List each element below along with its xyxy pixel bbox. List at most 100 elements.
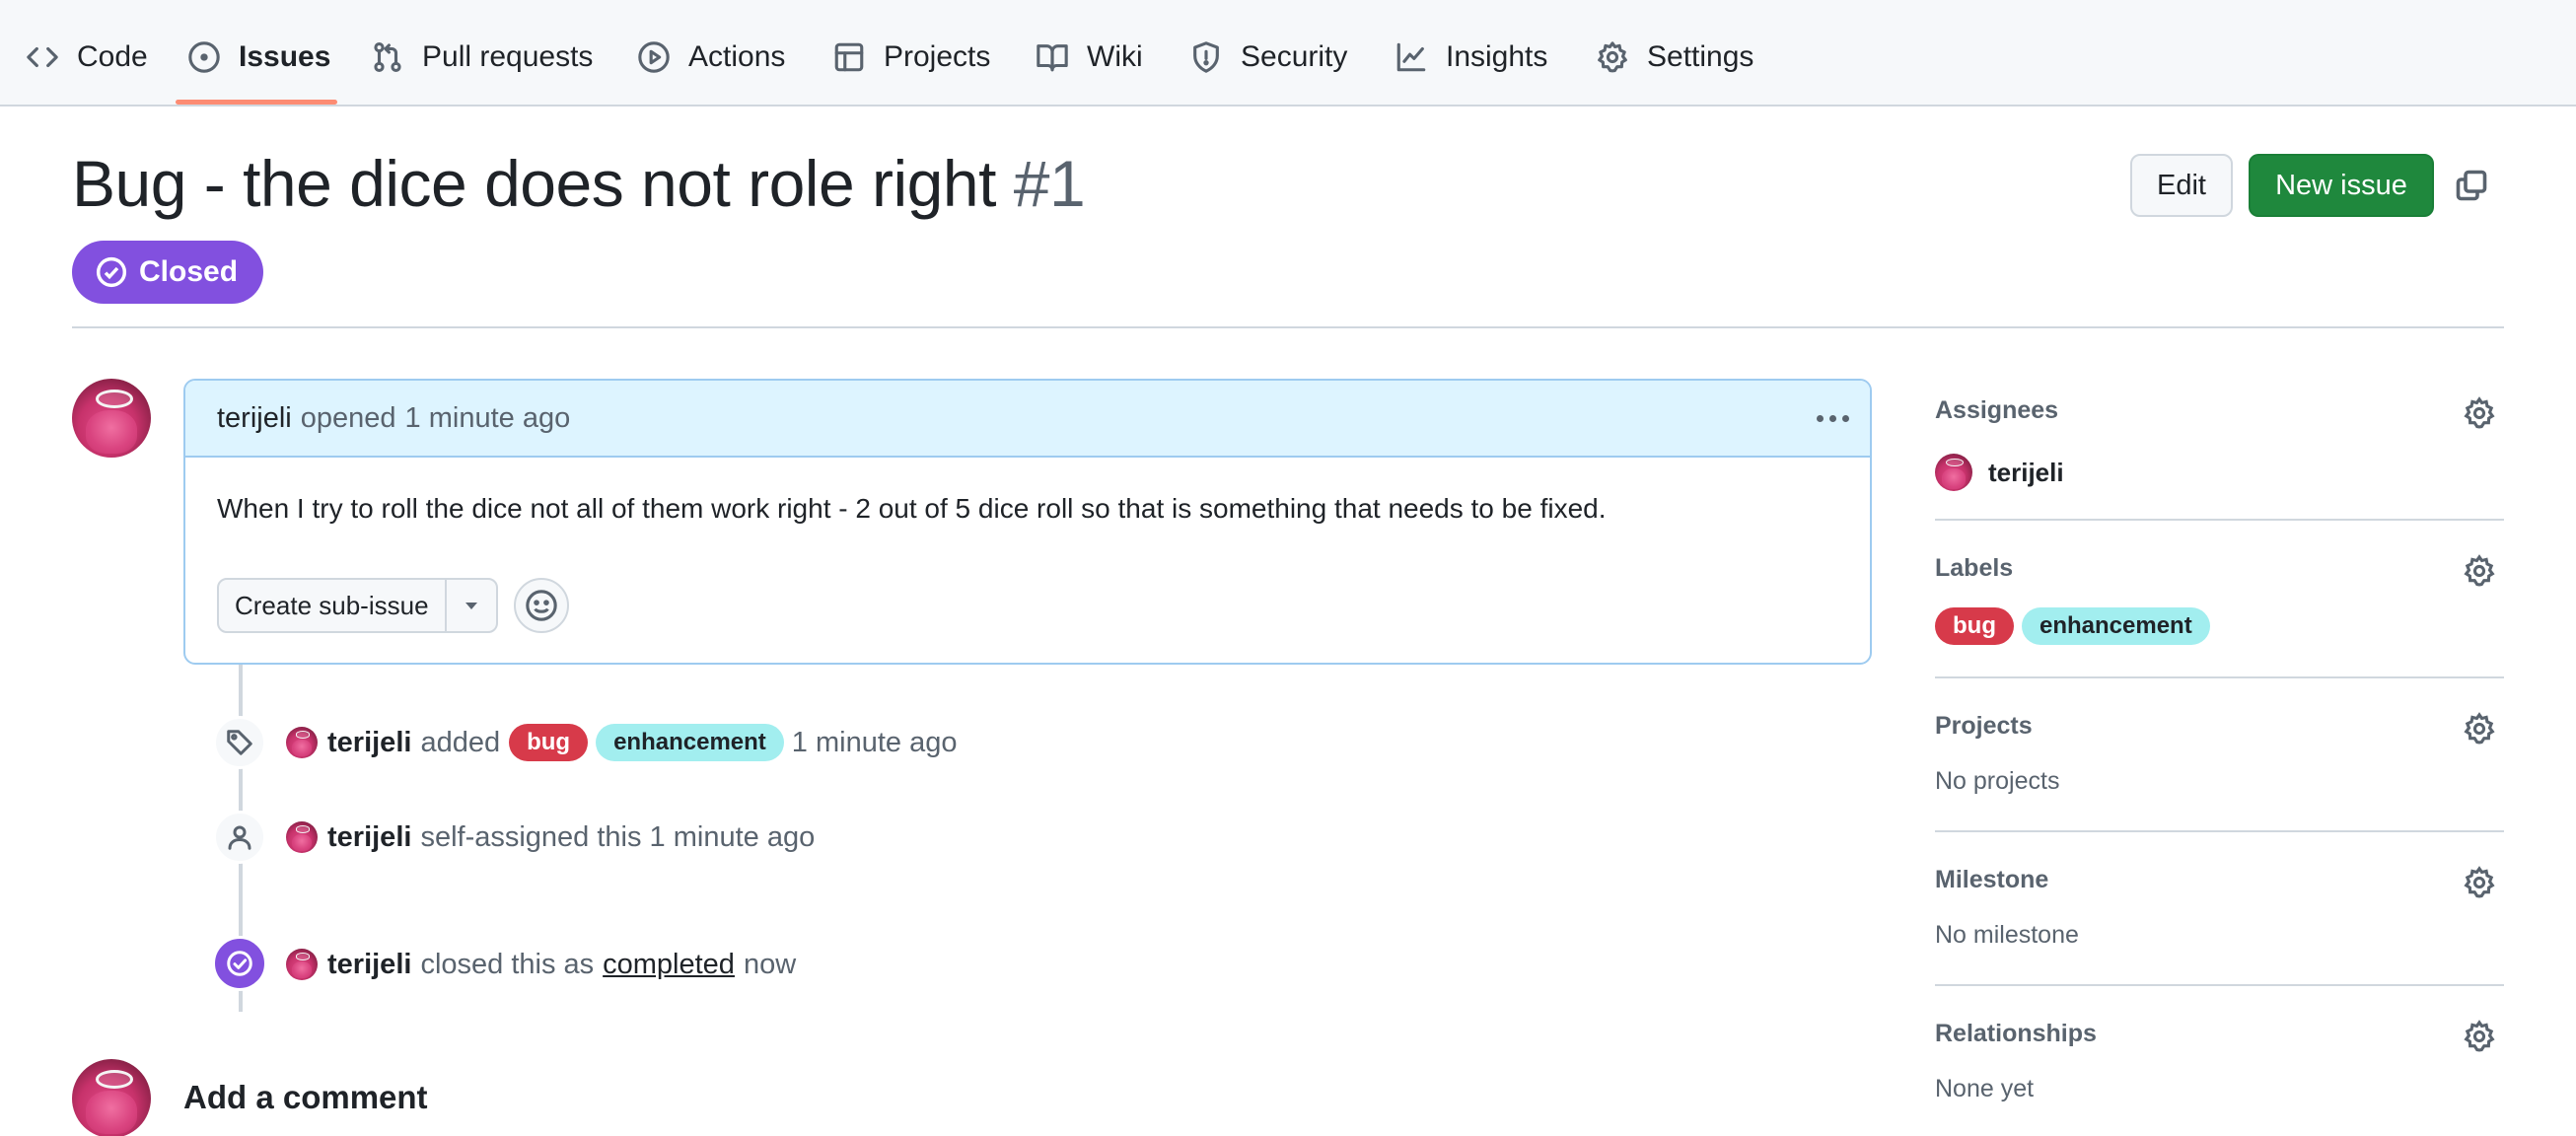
code-icon — [27, 46, 58, 68]
issue-opened-icon — [188, 41, 220, 73]
triangle-down-icon — [465, 603, 477, 609]
issue-title-text: Bug - the dice does not role right — [72, 147, 996, 220]
assignees-settings-button[interactable] — [2463, 396, 2496, 430]
event-user[interactable]: terijeli — [327, 821, 411, 854]
timeline-closed-event: terijeli closed this as completed now — [286, 943, 796, 986]
event-time[interactable]: 1 minute ago — [792, 727, 958, 759]
sidebar-milestone-heading: Milestone — [1935, 866, 2049, 893]
event-text: self-assigned this 1 minute ago — [420, 820, 816, 853]
tab-security-label: Security — [1241, 40, 1348, 73]
copy-icon — [2456, 170, 2487, 201]
tab-security[interactable]: Security — [1189, 28, 1347, 87]
issue-number: #1 — [1013, 147, 1086, 220]
event-user[interactable]: terijeli — [327, 727, 411, 759]
new-issue-button[interactable]: New issue — [2249, 154, 2434, 217]
sidebar-divider — [1935, 830, 2504, 832]
gear-icon — [1598, 41, 1627, 73]
completed-link[interactable]: completed — [603, 949, 735, 981]
label-enhancement[interactable]: enhancement — [596, 724, 784, 761]
gear-icon — [2464, 554, 2495, 587]
comment-author[interactable]: terijeli — [217, 402, 292, 435]
comment-action: opened — [300, 401, 396, 434]
relationships-settings-button[interactable] — [2463, 1020, 2496, 1053]
issue-title: Bug - the dice does not role right #1 — [72, 146, 1086, 221]
create-subissue-button[interactable]: Create sub-issue — [219, 580, 447, 631]
projects-settings-button[interactable] — [2463, 712, 2496, 746]
timeline-assigned-event: terijeli self-assigned this 1 minute ago — [286, 816, 815, 859]
comment-time[interactable]: 1 minute ago — [405, 402, 571, 435]
assignee-item[interactable]: terijeli — [1935, 454, 2064, 491]
gear-icon — [2464, 1020, 2495, 1052]
tab-pull-requests-label: Pull requests — [422, 40, 594, 73]
tab-issues-label: Issues — [239, 40, 331, 73]
timeline-labeled-event: terijeli added bug enhancement 1 minute … — [286, 721, 957, 764]
label-bug[interactable]: bug — [1935, 607, 2014, 645]
issue-state-label: Closed — [139, 255, 239, 288]
tab-issues[interactable]: Issues — [187, 28, 330, 87]
issue-state-badge: Closed — [72, 241, 264, 304]
sidebar-milestone-value: No milestone — [1935, 921, 2079, 949]
tab-insights-label: Insights — [1446, 40, 1548, 73]
issue-comment: terijeli opened 1 minute ago When I try … — [183, 379, 1872, 665]
avatar[interactable] — [72, 1059, 151, 1136]
label-bug[interactable]: bug — [509, 724, 589, 761]
check-circle-icon — [96, 256, 127, 288]
sidebar-assignees-heading: Assignees — [1935, 396, 2059, 424]
sidebar-projects: Projects No projects — [1935, 712, 2504, 801]
copy-link-button[interactable] — [2454, 168, 2489, 203]
kebab-dot-icon — [1828, 414, 1836, 422]
milestone-settings-button[interactable] — [2463, 866, 2496, 899]
person-icon — [228, 825, 251, 850]
git-pull-request-icon — [374, 41, 401, 73]
tab-wiki[interactable]: Wiki — [1036, 28, 1143, 87]
add-reaction-button[interactable] — [513, 578, 569, 633]
tab-projects-label: Projects — [884, 40, 991, 73]
avatar[interactable] — [286, 727, 318, 758]
tag-icon — [227, 730, 252, 755]
add-comment-heading: Add a comment — [183, 1079, 428, 1115]
repo-nav: Code Issues Pull requests Actions Projec… — [0, 0, 2576, 106]
gear-icon — [2464, 712, 2495, 745]
kebab-dot-icon — [1816, 414, 1824, 422]
graph-icon — [1396, 42, 1426, 72]
sidebar-projects-value: No projects — [1935, 767, 2060, 795]
sidebar-divider — [1935, 676, 2504, 678]
avatar — [1935, 454, 1972, 491]
sidebar-labels-heading: Labels — [1935, 554, 2014, 582]
tab-code-label: Code — [77, 40, 148, 73]
comment-header: terijeli opened 1 minute ago — [185, 381, 1870, 458]
book-icon — [1037, 44, 1068, 72]
play-icon — [638, 41, 670, 73]
tab-settings[interactable]: Settings — [1596, 28, 1753, 87]
avatar[interactable] — [286, 821, 318, 853]
event-time[interactable]: now — [744, 949, 796, 981]
sidebar-labels: Labels bug enhancement — [1935, 554, 2504, 645]
edit-button[interactable]: Edit — [2130, 154, 2233, 217]
tab-insights[interactable]: Insights — [1395, 28, 1547, 87]
create-subissue-dropdown[interactable] — [447, 580, 496, 631]
tab-actions[interactable]: Actions — [637, 28, 785, 87]
event-verb: added — [420, 726, 501, 758]
tab-projects[interactable]: Projects — [832, 28, 990, 87]
sidebar-label-list: bug enhancement — [1935, 607, 2218, 645]
table-icon — [834, 42, 864, 72]
labels-settings-button[interactable] — [2463, 554, 2496, 588]
comment-options-button[interactable] — [1813, 402, 1852, 434]
sidebar-relationships: Relationships None yet — [1935, 1020, 2504, 1108]
tab-code[interactable]: Code — [26, 28, 148, 87]
shield-icon — [1193, 41, 1219, 73]
avatar[interactable] — [72, 379, 151, 458]
sidebar-milestone: Milestone No milestone — [1935, 866, 2504, 955]
avatar[interactable] — [286, 949, 318, 980]
label-enhancement[interactable]: enhancement — [2021, 607, 2210, 645]
comment-actions: Create sub-issue — [217, 578, 569, 633]
event-user[interactable]: terijeli — [327, 949, 411, 981]
kebab-dot-icon — [1841, 414, 1849, 422]
create-subissue-split-button: Create sub-issue — [217, 578, 498, 633]
gear-icon — [2464, 866, 2495, 898]
timeline-closed-badge — [212, 936, 267, 991]
tab-pull-requests[interactable]: Pull requests — [371, 28, 593, 87]
timeline-assign-badge — [213, 811, 266, 864]
assignee-name: terijeli — [1988, 457, 2064, 487]
header-divider — [72, 326, 2504, 328]
